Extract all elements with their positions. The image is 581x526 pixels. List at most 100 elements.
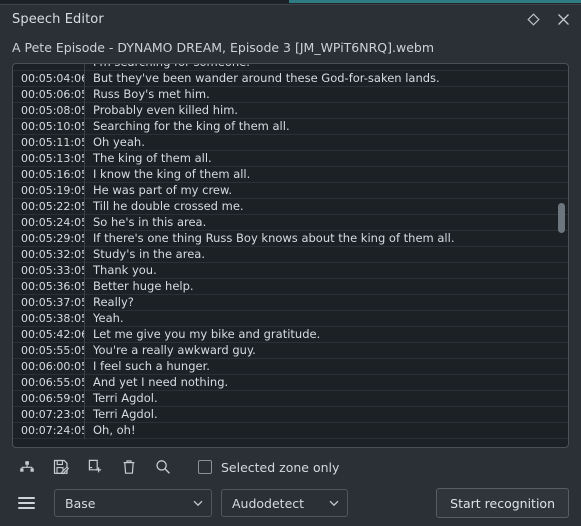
- table-row[interactable]: 00:05:36:05 Better huge help.: [13, 278, 568, 295]
- row-text: Oh yeah.: [93, 134, 145, 149]
- table-row[interactable]: 00:05:38:05 Yeah.: [13, 310, 568, 327]
- row-text: The king of them all.: [93, 150, 212, 165]
- row-text: Study's in the area.: [93, 246, 205, 261]
- row-text: Till he double crossed me.: [93, 198, 244, 213]
- row-text: Probably even killed him.: [93, 102, 239, 117]
- scrollbar-thumb[interactable]: [558, 203, 565, 233]
- diamond-icon[interactable]: [525, 11, 541, 27]
- row-timestamp: 00:05:42:06: [13, 326, 85, 343]
- table-row[interactable]: 00:07:24:05 Oh, oh!: [13, 422, 568, 439]
- row-timestamp: 00:05:10:05: [13, 118, 85, 135]
- recognition-bar: Base Audodetect Start recognition: [0, 486, 581, 526]
- save-edit-icon[interactable]: [50, 456, 72, 478]
- language-select[interactable]: Audodetect: [221, 489, 348, 517]
- model-select-value: Base: [65, 495, 96, 511]
- row-text: I know the king of them all.: [93, 166, 251, 181]
- editor-toolbar: Selected zone only: [0, 448, 581, 486]
- table-row[interactable]: 00:06:59:05 Terri Agdol.: [13, 390, 568, 407]
- transcript-list[interactable]: I'm searching for someone.00:05:04:06 But…: [12, 63, 569, 448]
- chevron-down-icon[interactable]: [327, 496, 341, 510]
- table-row[interactable]: 00:05:11:05 Oh yeah.: [13, 134, 568, 151]
- row-timestamp: 00:05:37:05: [13, 294, 85, 311]
- table-row[interactable]: 00:05:55:05 You're a really awkward guy.: [13, 342, 568, 359]
- row-timestamp: 00:05:16:05: [13, 166, 85, 183]
- row-timestamp: 00:05:08:05: [13, 102, 85, 119]
- table-row[interactable]: 00:06:55:05 And yet I need nothing.: [13, 374, 568, 391]
- row-timestamp: 00:06:55:05: [13, 374, 85, 391]
- row-timestamp: 00:05:32:05: [13, 246, 85, 263]
- row-text: Better huge help.: [93, 278, 194, 293]
- media-file-name: A Pete Episode - DYNAMO DREAM, Episode 3…: [12, 40, 435, 55]
- table-row[interactable]: 00:06:00:05 I feel such a hunger.: [13, 358, 568, 375]
- row-text: Let me give you my bike and gratitude.: [93, 326, 321, 341]
- table-row[interactable]: 00:05:33:05 Thank you.: [13, 262, 568, 279]
- table-row[interactable]: 00:05:06:05 Russ Boy's met him.: [13, 86, 568, 103]
- table-row[interactable]: 00:05:42:06 Let me give you my bike and g…: [13, 326, 568, 343]
- table-row[interactable]: 00:05:13:05 The king of them all.: [13, 150, 568, 167]
- search-icon[interactable]: [152, 456, 174, 478]
- backdrop-left: [0, 0, 289, 3]
- row-text: Yeah.: [93, 310, 124, 325]
- selected-zone-only-checkbox[interactable]: Selected zone only: [198, 460, 339, 475]
- table-row[interactable]: 00:05:32:05 Study's in the area.: [13, 246, 568, 263]
- row-text: Terri Agdol.: [93, 390, 158, 405]
- chevron-down-icon[interactable]: [191, 496, 205, 510]
- table-row[interactable]: 00:07:23:05 Terri Agdol.: [13, 406, 568, 423]
- speech-editor-window: Speech Editor A Pete Episode - DYNAMO DR…: [0, 4, 581, 526]
- hamburger-menu-icon[interactable]: [18, 492, 40, 514]
- row-timestamp: 00:06:00:05: [13, 358, 85, 375]
- table-row[interactable]: 00:05:24:05 So he's in this area.: [13, 214, 568, 231]
- row-timestamp: [13, 64, 85, 71]
- backdrop-accent-strip: [289, 0, 581, 3]
- transcript-rows: I'm searching for someone.00:05:04:06 But…: [13, 64, 568, 439]
- table-row[interactable]: 00:05:04:06 But they've been wander aroun…: [13, 70, 568, 87]
- row-timestamp: 00:06:59:05: [13, 390, 85, 407]
- table-row[interactable]: 00:05:29:05 If there's one thing Russ Boy…: [13, 230, 568, 247]
- table-row[interactable]: 00:05:22:05 Till he double crossed me.: [13, 198, 568, 215]
- row-timestamp: 00:05:06:05: [13, 86, 85, 103]
- hamburger-line: [18, 507, 35, 509]
- delete-icon[interactable]: [118, 456, 140, 478]
- row-timestamp: 00:07:24:05: [13, 422, 85, 439]
- row-timestamp: 00:05:55:05: [13, 342, 85, 359]
- close-icon[interactable]: [555, 11, 571, 27]
- row-text: Terri Agdol.: [93, 406, 158, 421]
- row-text: Really?: [93, 294, 134, 309]
- model-select[interactable]: Base: [54, 489, 212, 517]
- row-text: So he's in this area.: [93, 214, 207, 229]
- row-text: If there's one thing Russ Boy knows abou…: [93, 230, 455, 245]
- start-recognition-button[interactable]: Start recognition: [436, 488, 569, 518]
- row-timestamp: 00:07:23:05: [13, 406, 85, 423]
- row-text: He was part of my crew.: [93, 182, 232, 197]
- hamburger-line: [18, 502, 35, 504]
- language-select-value: Audodetect: [232, 495, 305, 511]
- row-text: And yet I need nothing.: [93, 374, 229, 389]
- row-timestamp: 00:05:13:05: [13, 150, 85, 167]
- row-text: Searching for the king of them all.: [93, 118, 290, 133]
- checkbox-label: Selected zone only: [221, 459, 340, 475]
- row-text: I'm searching for someone.: [85, 64, 568, 71]
- row-timestamp: 00:05:19:05: [13, 182, 85, 199]
- row-timestamp: 00:05:22:05: [13, 198, 85, 215]
- row-timestamp: 00:05:36:05: [13, 278, 85, 295]
- row-text: Russ Boy's met him.: [93, 86, 210, 101]
- row-timestamp: 00:05:38:05: [13, 310, 85, 327]
- row-timestamp: 00:05:04:06: [13, 70, 85, 87]
- table-row[interactable]: 00:05:19:05 He was part of my crew.: [13, 182, 568, 199]
- row-timestamp: 00:05:11:05: [13, 134, 85, 151]
- row-text: You're a really awkward guy.: [93, 342, 256, 357]
- table-row[interactable]: 00:05:08:05 Probably even killed him.: [13, 102, 568, 119]
- row-timestamp: 00:05:24:05: [13, 214, 85, 231]
- table-row[interactable]: 00:05:37:05 Really?: [13, 294, 568, 311]
- transcript-scrollbar[interactable]: [555, 64, 568, 447]
- sync-nodes-icon[interactable]: [16, 456, 38, 478]
- row-timestamp: 00:05:29:05: [13, 230, 85, 247]
- title-bar: Speech Editor: [0, 5, 581, 33]
- table-row[interactable]: 00:05:10:05 Searching for the king of the…: [13, 118, 568, 135]
- row-text: But they've been wander around these God…: [93, 70, 440, 85]
- table-row[interactable]: 00:05:16:05 I know the king of them all.: [13, 166, 568, 183]
- row-text: I feel such a hunger.: [93, 358, 210, 373]
- add-page-icon[interactable]: [84, 456, 106, 478]
- checkbox-box[interactable]: [198, 460, 212, 474]
- window-title: Speech Editor: [12, 11, 104, 27]
